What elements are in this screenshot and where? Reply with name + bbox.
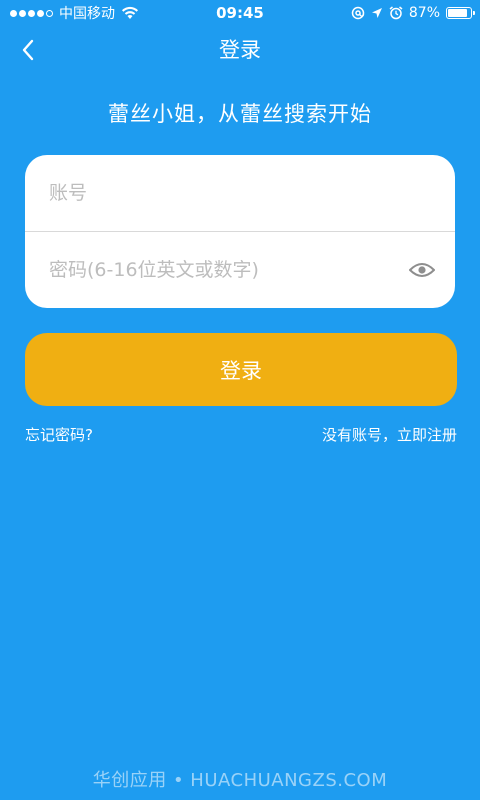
auth-links: 忘记密码? 没有账号，立即注册 <box>25 424 457 446</box>
battery-fill <box>448 9 468 17</box>
show-password-toggle[interactable] <box>409 258 435 282</box>
account-input[interactable] <box>49 173 389 213</box>
eye-icon <box>409 263 435 277</box>
password-input[interactable] <box>49 250 389 290</box>
page-title: 登录 <box>219 38 261 62</box>
watermark: 华创应用 • HUACHUANGZS.COM <box>92 770 388 791</box>
forgot-password-link[interactable]: 忘记密码? <box>25 424 93 445</box>
battery-icon <box>446 7 475 19</box>
register-link[interactable]: 没有账号，立即注册 <box>322 424 457 445</box>
password-field-row <box>25 232 455 308</box>
slogan-text: 蕾丝小姐，从蕾丝搜索开始 <box>108 102 372 126</box>
status-right: 87% <box>351 0 475 26</box>
alarm-icon <box>389 6 403 20</box>
at-lock-icon <box>351 6 365 20</box>
navigation-bar: 登录 <box>0 26 480 74</box>
login-button[interactable]: 登录 <box>25 333 457 406</box>
account-field-row <box>25 155 455 231</box>
status-bar: 中国移动 09:45 87% <box>0 0 480 26</box>
login-form-card <box>25 155 455 308</box>
location-arrow-icon <box>371 8 382 18</box>
battery-percent: 87% <box>408 5 440 21</box>
